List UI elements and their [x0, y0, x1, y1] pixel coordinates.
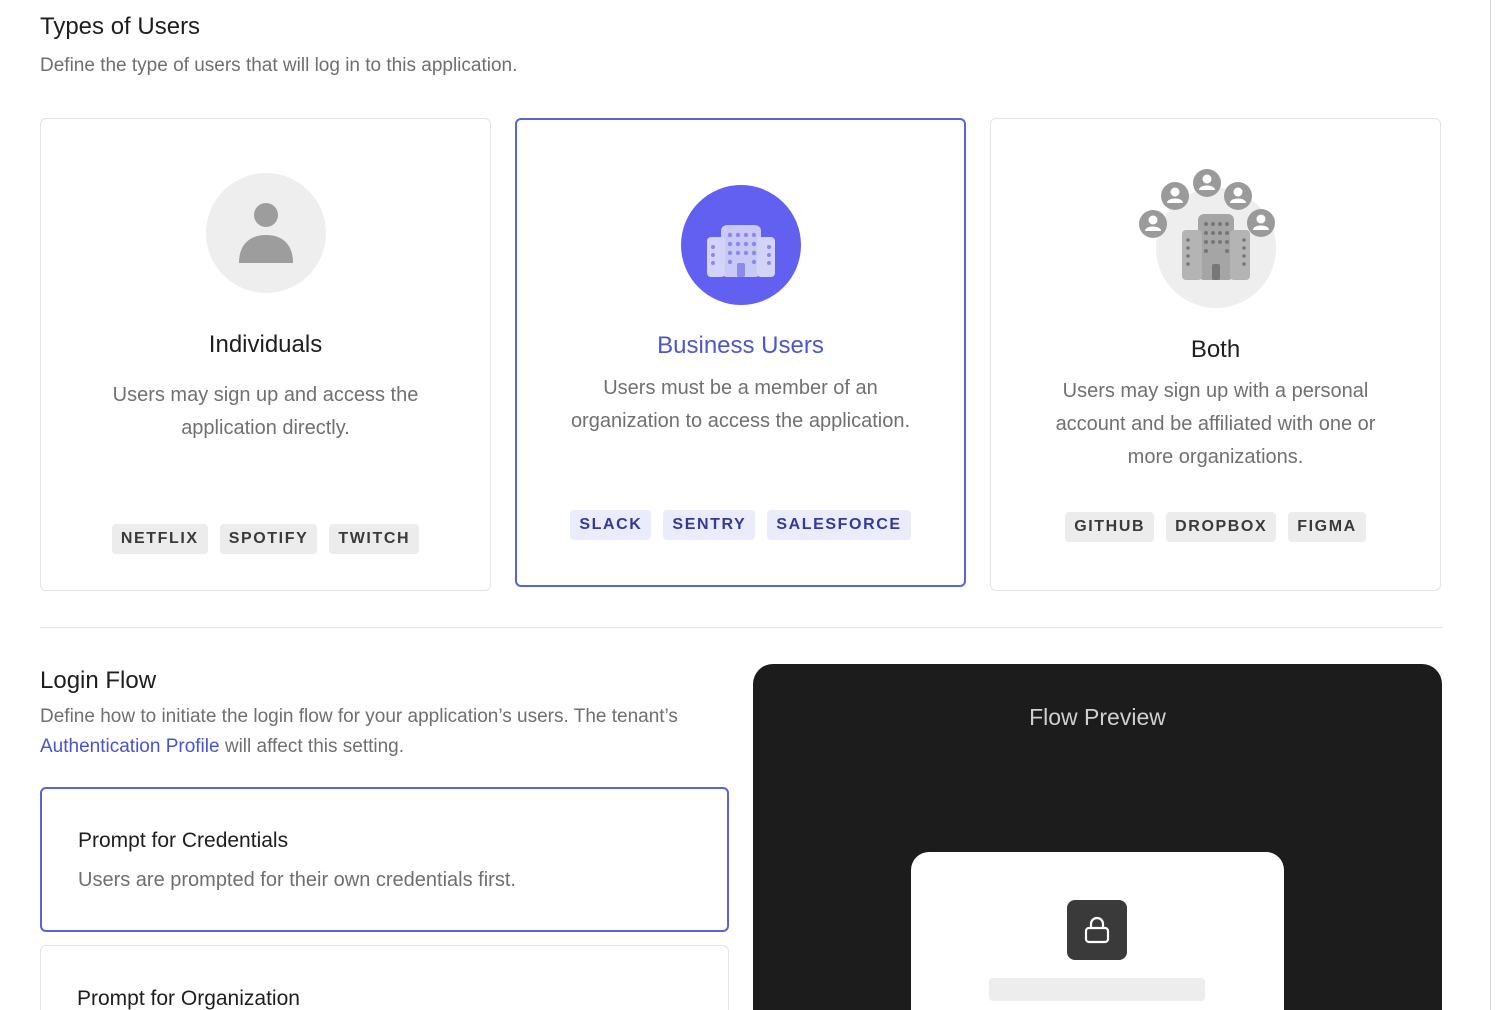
- flow-preview-title: Flow Preview: [1029, 704, 1166, 730]
- example-badge: FIGMA: [1288, 512, 1366, 542]
- login-flow-heading: Login Flow: [40, 667, 157, 694]
- example-badge: GITHUB: [1065, 512, 1155, 542]
- example-badges: NETFLIX SPOTIFY TWITCH: [41, 524, 490, 554]
- section-divider: [40, 627, 1442, 628]
- example-badge: SALESFORCE: [767, 510, 911, 540]
- building-with-people-icon: [1136, 167, 1296, 312]
- types-of-users-description: Define the type of users that will log i…: [40, 55, 518, 76]
- example-badges: GITHUB DROPBOX FIGMA: [991, 512, 1440, 542]
- card-description: Users may sign up with a personal accoun…: [1055, 380, 1376, 468]
- building-icon: [680, 185, 801, 305]
- person-icon: [205, 173, 326, 293]
- flow-option-title: Prompt for Organization: [77, 987, 300, 1010]
- login-flow-description-text: Define how to initiate the login flow fo…: [40, 706, 678, 727]
- flow-preview-panel: Flow Preview: [753, 664, 1442, 1010]
- card-title: Individuals: [208, 331, 323, 358]
- flow-option-description: Users are prompted for their own credent…: [78, 869, 516, 891]
- card-title: Both: [1190, 336, 1241, 363]
- types-of-users-heading: Types of Users: [40, 13, 201, 40]
- login-flow-option-prompt-for-organization[interactable]: Prompt for Organization: [40, 945, 729, 1010]
- user-type-card-both[interactable]: Both Users may sign up with a personal a…: [990, 118, 1441, 591]
- lock-icon: [1067, 900, 1127, 960]
- flow-option-title: Prompt for Credentials: [78, 829, 289, 852]
- login-flow-option-prompt-for-credentials[interactable]: Prompt for Credentials Users are prompte…: [40, 787, 729, 932]
- example-badge: DROPBOX: [1166, 512, 1277, 542]
- preview-login-card: [911, 852, 1284, 1010]
- preview-placeholder-bar: [989, 978, 1205, 1001]
- user-type-card-individuals[interactable]: Individuals Users may sign up and access…: [40, 118, 491, 591]
- scrollbar-track[interactable]: [1490, 0, 1491, 1010]
- card-title: Business Users: [657, 332, 824, 359]
- example-badge: SLACK: [570, 510, 652, 540]
- example-badge: SPOTIFY: [219, 524, 318, 554]
- user-type-card-business-users[interactable]: Business Users Users must be a member of…: [515, 118, 966, 587]
- example-badges: SLACK SENTRY SALESFORCE: [517, 510, 964, 540]
- example-badge: SENTRY: [663, 510, 756, 540]
- login-flow-description-text: will affect this setting.: [224, 736, 405, 757]
- authentication-profile-link[interactable]: Authentication Profile: [40, 736, 220, 757]
- card-description: Users may sign up and access the applica…: [112, 384, 419, 439]
- example-badge: TWITCH: [329, 524, 420, 554]
- login-flow-description: Define how to initiate the login flow fo…: [40, 702, 700, 762]
- example-badge: NETFLIX: [111, 524, 208, 554]
- card-description: Users must be a member of an organizatio…: [570, 377, 911, 432]
